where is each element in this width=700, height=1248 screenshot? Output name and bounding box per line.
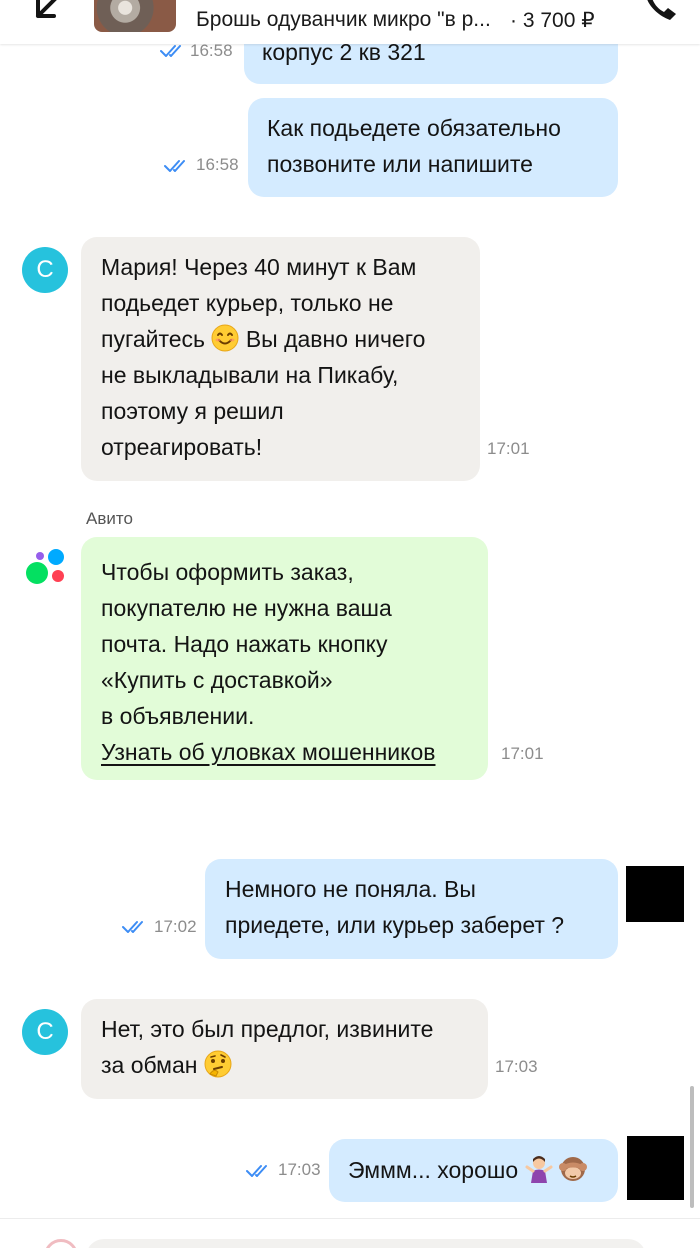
message-text: Эммм... хорошо <box>348 1152 587 1188</box>
avatar[interactable]: С <box>22 1009 68 1055</box>
message-outgoing[interactable]: Эммм... хорошо <box>329 1139 618 1202</box>
product-title[interactable]: Брошь одуванчик микро "в р... <box>196 8 491 32</box>
message-outgoing[interactable]: корпус 2 кв 321 <box>244 44 618 84</box>
read-ticks-icon <box>164 160 185 172</box>
message-list[interactable]: корпус 2 кв 321 16:58 Как подьедете обяз… <box>0 44 700 1218</box>
redacted-avatar <box>626 866 684 922</box>
message-time: 16:58 <box>196 155 239 174</box>
thinking-face-emoji <box>204 1050 232 1078</box>
sender-name: Авито <box>86 509 133 528</box>
message-text: Мария! Через 40 минут к Вам подьедет кур… <box>101 254 426 460</box>
message-time: 17:01 <box>487 439 530 458</box>
message-text: Как подьедете обязательно позвоните или … <box>267 115 561 177</box>
message-text: Чтобы оформить заказ, покупателю не нужн… <box>101 559 392 729</box>
woman-shrugging-emoji <box>525 1156 553 1183</box>
message-text: корпус 2 кв 321 <box>262 44 426 65</box>
attach-icon[interactable] <box>44 1239 78 1248</box>
message-input[interactable] <box>86 1239 646 1248</box>
see-no-evil-monkey-emoji <box>558 1157 587 1181</box>
message-system[interactable]: Чтобы оформить заказ, покупателю не нужн… <box>81 537 488 780</box>
read-ticks-icon <box>122 921 143 933</box>
avito-logo-icon <box>26 549 64 584</box>
read-ticks-icon <box>246 1165 267 1177</box>
product-price: · 3 700 ₽ <box>510 9 595 32</box>
message-text: Немного не поняла. Вы приедете, или курь… <box>225 876 565 938</box>
message-time: 17:03 <box>495 1057 538 1076</box>
scrollbar[interactable] <box>690 1086 694 1208</box>
message-outgoing[interactable]: Немного не поняла. Вы приедете, или курь… <box>205 859 618 959</box>
redacted-avatar <box>627 1136 684 1200</box>
smiling-face-emoji <box>211 324 239 352</box>
message-time: 16:58 <box>190 44 233 60</box>
message-incoming[interactable]: Мария! Через 40 минут к Вам подьедет кур… <box>81 237 480 481</box>
phone-icon[interactable] <box>640 0 680 24</box>
arrow-left-icon[interactable] <box>30 0 70 26</box>
message-incoming[interactable]: Нет, это был предлог, извините за обман <box>81 999 488 1099</box>
read-ticks-icon <box>160 45 181 57</box>
message-time: 17:01 <box>501 744 544 763</box>
message-outgoing[interactable]: Как подьедете обязательно позвоните или … <box>248 98 618 197</box>
avatar[interactable]: С <box>22 247 68 293</box>
product-thumbnail[interactable] <box>94 0 176 32</box>
message-time: 17:03 <box>278 1160 321 1179</box>
message-text: Нет, это был предлог, извините за обман <box>101 1016 434 1078</box>
message-composer <box>0 1218 700 1248</box>
chat-header: Брошь одуванчик микро "в р... · 3 700 ₽ <box>0 0 700 44</box>
message-time: 17:02 <box>154 917 197 936</box>
fraud-tips-link[interactable]: Узнать об уловках мошенников <box>101 734 435 770</box>
